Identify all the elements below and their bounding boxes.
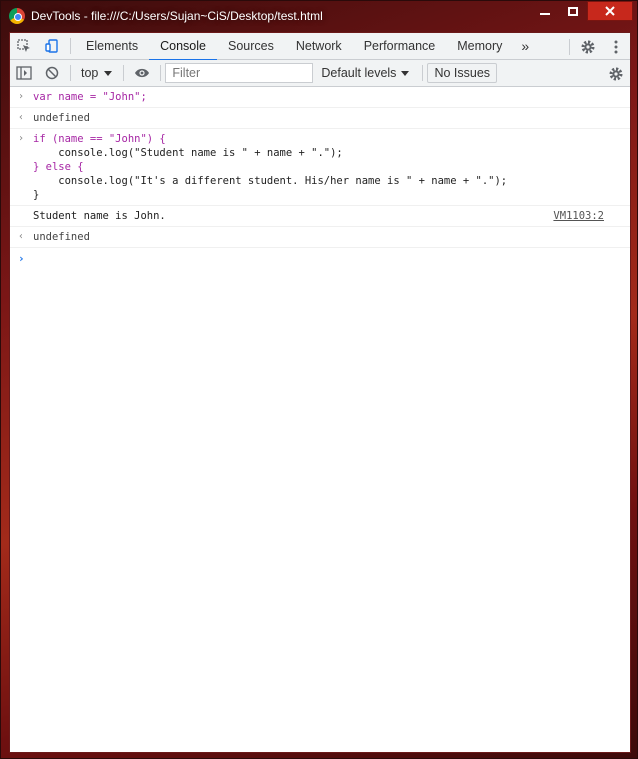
filter-input[interactable] bbox=[165, 63, 314, 83]
divider bbox=[569, 38, 570, 55]
console-output[interactable]: › var name = "John"; ‹ undefined › if (n… bbox=[10, 87, 630, 268]
kebab-menu-icon bbox=[614, 40, 618, 53]
console-settings-button[interactable] bbox=[602, 61, 630, 87]
gear-icon bbox=[609, 67, 623, 80]
divider bbox=[422, 65, 424, 81]
panel-actions bbox=[565, 33, 630, 60]
input-chevron-icon: › bbox=[18, 133, 25, 144]
settings-button[interactable] bbox=[574, 34, 602, 60]
input-chevron-icon: › bbox=[18, 91, 25, 102]
code-line: console.log("It's a different student. H… bbox=[33, 175, 508, 187]
clear-icon bbox=[45, 66, 59, 80]
device-toggle-icon bbox=[45, 39, 58, 53]
inspect-icon bbox=[17, 39, 30, 52]
live-expression-button[interactable] bbox=[128, 60, 156, 86]
tab-network[interactable]: Network bbox=[285, 33, 353, 60]
console-toolbar: top Default levels No Issues bbox=[10, 60, 630, 87]
context-label: top bbox=[81, 66, 99, 80]
code-line: console.log("Student name is " + name + … bbox=[33, 147, 343, 159]
close-button[interactable] bbox=[587, 1, 633, 21]
code-line: if (name == "John") { bbox=[33, 133, 166, 145]
code-text: var name = "John"; bbox=[33, 91, 147, 103]
console-result-entry[interactable]: ‹ undefined bbox=[10, 108, 630, 129]
divider bbox=[160, 65, 162, 81]
tab-console[interactable]: Console bbox=[149, 33, 217, 61]
maximize-button[interactable] bbox=[559, 1, 587, 21]
log-text: Student name is John. bbox=[33, 210, 166, 222]
dropdown-icon bbox=[104, 71, 113, 76]
console-input-entry[interactable]: › if (name == "John") { console.log("Stu… bbox=[10, 129, 630, 206]
code-line: var name = "John"; bbox=[33, 90, 630, 104]
divider bbox=[123, 65, 125, 81]
eye-icon bbox=[135, 68, 150, 78]
console-result-entry[interactable]: ‹ undefined bbox=[10, 227, 630, 248]
more-tabs-button[interactable]: » bbox=[513, 38, 537, 54]
divider bbox=[70, 65, 71, 81]
tab-performance[interactable]: Performance bbox=[353, 33, 447, 60]
source-link[interactable]: VM1103:2 bbox=[553, 209, 604, 223]
panel-tab-bar: Elements Console Sources Network Perform… bbox=[10, 33, 630, 61]
gear-icon bbox=[581, 40, 595, 53]
minimize-button[interactable] bbox=[531, 1, 559, 21]
chrome-icon bbox=[9, 8, 25, 24]
inspect-element-button[interactable] bbox=[10, 33, 38, 59]
result-text: undefined bbox=[33, 231, 90, 243]
log-levels-label: Default levels bbox=[321, 66, 397, 80]
sidebar-icon bbox=[16, 66, 32, 80]
code-line: } bbox=[33, 189, 40, 201]
close-icon bbox=[605, 6, 615, 16]
maximize-icon bbox=[568, 6, 578, 16]
issues-button[interactable]: No Issues bbox=[427, 63, 498, 83]
console-prompt[interactable]: › bbox=[10, 248, 630, 268]
result-text: undefined bbox=[33, 112, 90, 124]
tab-memory[interactable]: Memory bbox=[446, 33, 513, 60]
devtools-panel: Elements Console Sources Network Perform… bbox=[9, 32, 631, 753]
title-bar[interactable]: DevTools - file:///C:/Users/Sujan~CiS/De… bbox=[1, 1, 637, 31]
sidebar-toggle-button[interactable] bbox=[10, 60, 38, 86]
tab-elements[interactable]: Elements bbox=[75, 33, 149, 60]
divider bbox=[70, 38, 71, 54]
prompt-chevron-icon: › bbox=[18, 252, 25, 265]
window-title: DevTools - file:///C:/Users/Sujan~CiS/De… bbox=[31, 9, 323, 23]
console-toolbar-actions bbox=[602, 60, 630, 87]
minimize-icon bbox=[540, 13, 550, 15]
result-arrow-icon: ‹ bbox=[18, 112, 25, 123]
tab-sources[interactable]: Sources bbox=[217, 33, 285, 60]
code-line: } else { bbox=[33, 161, 84, 173]
clear-console-button[interactable] bbox=[38, 60, 66, 86]
device-toolbar-button[interactable] bbox=[38, 33, 66, 59]
console-input-entry[interactable]: › var name = "John"; bbox=[10, 87, 630, 108]
customize-menu-button[interactable] bbox=[602, 34, 630, 60]
devtools-window: DevTools - file:///C:/Users/Sujan~CiS/De… bbox=[0, 0, 638, 759]
console-log-entry[interactable]: Student name is John. VM1103:2 bbox=[10, 206, 630, 227]
dropdown-icon bbox=[401, 71, 410, 76]
context-selector[interactable]: top bbox=[75, 66, 119, 80]
window-controls bbox=[531, 1, 633, 21]
log-levels-dropdown[interactable]: Default levels bbox=[313, 66, 418, 80]
result-arrow-icon: ‹ bbox=[18, 231, 25, 242]
